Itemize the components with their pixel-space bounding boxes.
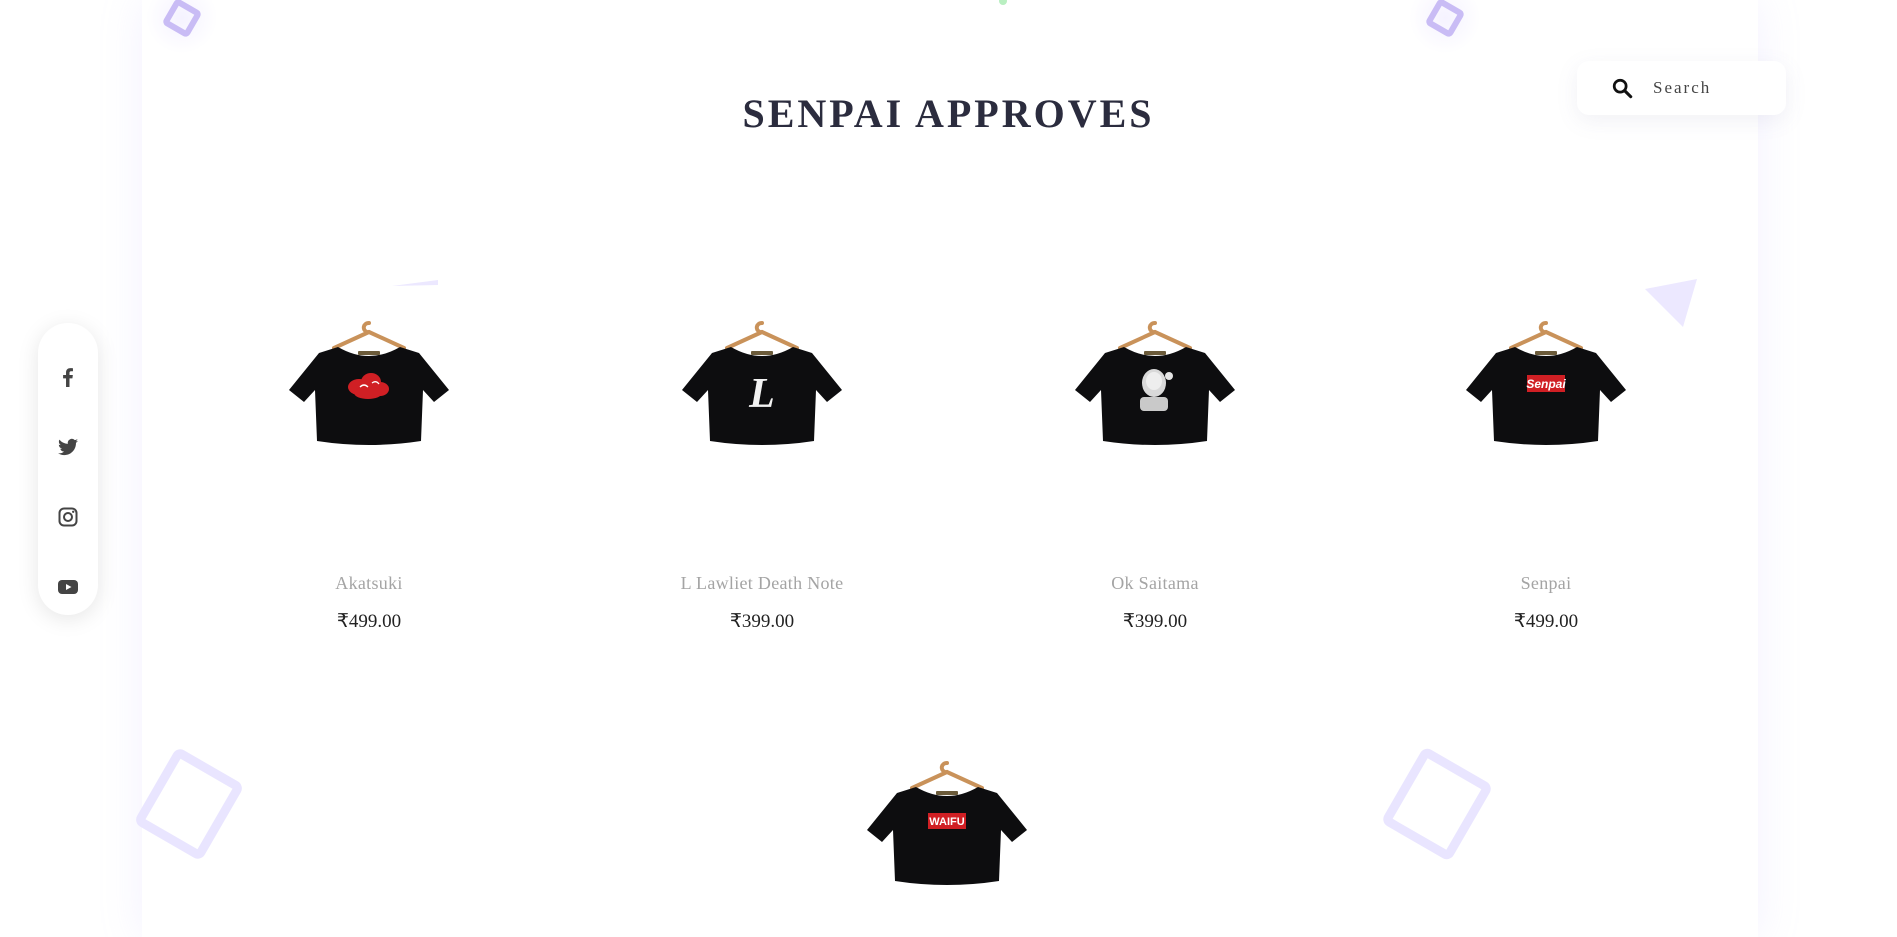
social-sidebar (38, 323, 98, 615)
product-card[interactable]: L L Lawliet Death Note ₹399.00 (582, 315, 942, 633)
product-name[interactable]: Akatsuki (189, 573, 549, 594)
letter-l-print: L (748, 371, 775, 417)
product-image[interactable] (274, 315, 464, 495)
product-card[interactable]: WAIFU (767, 755, 1127, 935)
product-name[interactable]: L Lawliet Death Note (582, 573, 942, 594)
product-price: ₹499.00 (336, 611, 402, 632)
product-price: ₹499.00 (1513, 611, 1579, 632)
product-image[interactable]: L (667, 315, 857, 495)
product-name[interactable]: Senpai (1366, 573, 1726, 594)
product-price: ₹399.00 (1122, 611, 1188, 632)
product-image[interactable] (1060, 315, 1250, 495)
search-input[interactable] (1653, 78, 1763, 98)
search-box[interactable] (1577, 61, 1786, 115)
waifu-label-print: WAIFU (929, 816, 964, 828)
product-name[interactable]: Ok Saitama (975, 573, 1335, 594)
twitter-icon[interactable] (56, 435, 80, 459)
youtube-icon[interactable] (56, 575, 80, 599)
search-icon (1612, 78, 1633, 99)
product-price: ₹399.00 (729, 611, 795, 632)
product-card[interactable]: Akatsuki ₹499.00 (189, 315, 549, 633)
product-card[interactable]: Senpai Senpai ₹499.00 (1366, 315, 1726, 633)
product-image[interactable]: WAIFU (852, 755, 1042, 935)
product-image[interactable]: Senpai (1451, 315, 1641, 495)
decor-triangle (392, 280, 438, 286)
product-card[interactable]: Ok Saitama ₹399.00 (975, 315, 1335, 633)
senpai-label-print: Senpai (1526, 377, 1566, 391)
facebook-icon[interactable] (56, 365, 80, 389)
instagram-icon[interactable] (56, 505, 80, 529)
